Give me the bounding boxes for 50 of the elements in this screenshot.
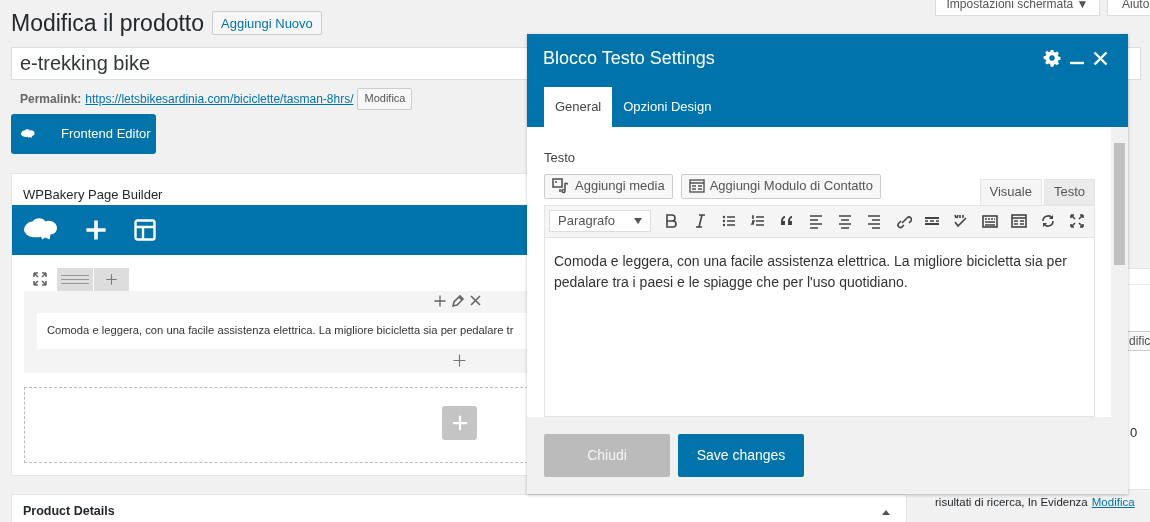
fullscreen-icon[interactable] xyxy=(1068,212,1086,230)
plus-icon[interactable] xyxy=(105,272,118,286)
visibility-text: risultati di ricerca, In Evidenza xyxy=(935,495,1088,509)
cloud-icon[interactable] xyxy=(24,216,58,243)
help-button[interactable]: Aiuto xyxy=(1107,0,1150,16)
align-center-icon[interactable] xyxy=(836,212,854,230)
add-icon[interactable] xyxy=(452,352,467,368)
dialog-tab[interactable]: Opzioni Design xyxy=(612,87,723,127)
settings-icon[interactable] xyxy=(1043,49,1061,67)
drag-handle[interactable] xyxy=(57,267,93,291)
frontend-editor-button[interactable]: Frontend Editor xyxy=(11,113,156,154)
close-icon[interactable] xyxy=(469,294,482,307)
sidebar-value: 0 xyxy=(1130,424,1138,442)
dialog-title: Blocco Testo Settings xyxy=(543,46,715,70)
add-new-button[interactable]: Aggiungi Nuovo xyxy=(212,11,322,36)
dialog-tab[interactable]: General xyxy=(544,87,613,127)
cloud-icon[interactable] xyxy=(21,127,35,140)
format-dropdown[interactable]: Paragrafo xyxy=(549,210,651,232)
dialog-button[interactable]: Save changes xyxy=(678,433,804,477)
refresh-icon[interactable] xyxy=(1039,212,1057,230)
add-media-button[interactable]: Aggiungi Modulo di Contatto xyxy=(680,173,881,199)
page-title: Modifica il prodotto xyxy=(11,9,205,38)
collapse-icon[interactable] xyxy=(882,509,890,515)
add-column-button[interactable] xyxy=(94,267,129,291)
form-icon[interactable] xyxy=(1010,212,1028,230)
expand-icon[interactable] xyxy=(33,272,47,286)
pencil-icon[interactable] xyxy=(451,293,465,308)
add-element-icon[interactable] xyxy=(433,293,447,308)
media-icon xyxy=(552,178,570,194)
permalink-link[interactable]: https://letsbikesardinia.com/biciclette/tasman-8hrs/ xyxy=(85,89,354,108)
edit-link[interactable]: Modifica xyxy=(1091,495,1135,509)
edit-permalink-button[interactable]: Modifica xyxy=(357,87,413,110)
align-right-icon[interactable] xyxy=(865,212,883,230)
permalink-label: Permalink: xyxy=(20,90,82,108)
panel-title: WPBakery Page Builder xyxy=(23,186,163,202)
panel-title: Product Details xyxy=(23,503,115,520)
layout-icon[interactable] xyxy=(134,218,156,241)
scrollbar[interactable] xyxy=(1111,127,1128,417)
field-label: Testo xyxy=(544,149,577,167)
caret-icon xyxy=(634,218,642,224)
editor-tab[interactable]: Testo xyxy=(1043,178,1095,205)
toolbar-toggle-icon[interactable] xyxy=(981,212,999,230)
editor-content: Comoda e leggera, con una facile assistenza elettrica. La migliore bicicletta sia per pedalare tra i paesi e le spiagge che per l'uso quotidiano. xyxy=(554,251,1068,292)
align-left-icon[interactable] xyxy=(807,212,825,230)
element-text: Comoda e leggera, con una facile assistenza elettrica. La migliore bicicletta sia per pedalare tr xyxy=(47,323,514,339)
screen-options-button[interactable]: Impostazioni schermata ▼ xyxy=(935,0,1100,16)
form-icon xyxy=(688,179,705,193)
editor-tab[interactable]: Visuale xyxy=(979,178,1042,205)
add-media-button[interactable]: Aggiungi media xyxy=(544,173,673,199)
spellcheck-icon[interactable] xyxy=(952,212,970,230)
